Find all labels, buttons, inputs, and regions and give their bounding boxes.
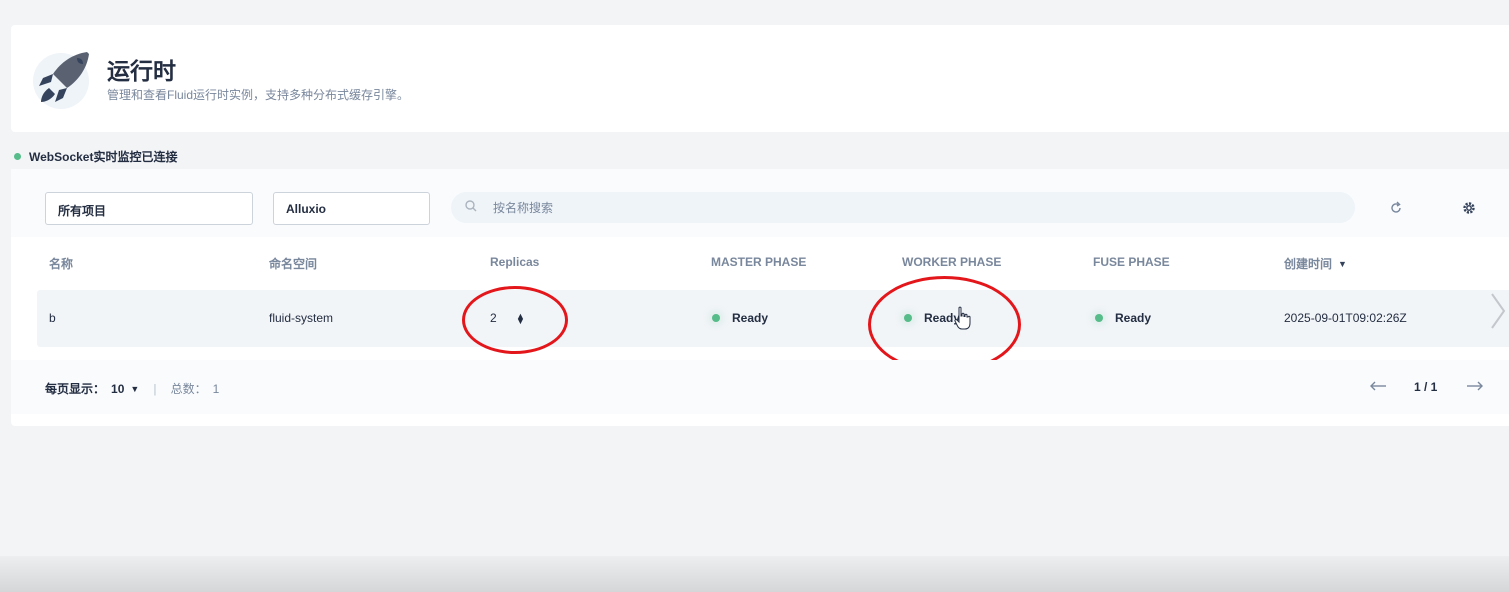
next-page-button[interactable] [1466,379,1484,395]
settings-button[interactable] [1457,196,1481,220]
status-dot-icon [14,153,21,160]
gear-icon [1463,202,1475,214]
chevron-right-icon[interactable] [1486,290,1509,332]
master-phase-text: Ready [732,311,769,325]
page-size-control[interactable]: 每页显示： 10 ▼ | 总数： 1 [45,380,219,397]
websocket-status: WebSocket实时监控已连接 [14,148,177,165]
search-icon [465,200,479,215]
refresh-button[interactable] [1384,196,1408,220]
header-card [11,25,1509,132]
page-size-value[interactable]: 10 [111,382,124,396]
annotation-circle-worker-phase [868,276,1021,373]
search-placeholder: 按名称搜索 [493,201,554,215]
page-size-label: 每页显示： [45,382,106,396]
bottom-shadow [0,556,1509,592]
cell-created-time: 2025-09-01T09:02:26Z [1284,311,1407,325]
column-header-replicas[interactable]: Replicas [490,255,539,269]
annotation-circle-replicas [462,286,568,354]
master-phase-status: Ready [712,311,768,325]
rocket-icon [33,52,89,109]
column-header-master-phase[interactable]: MASTER PHASE [711,255,806,269]
prev-page-button[interactable] [1369,379,1387,395]
websocket-status-text: WebSocket实时监控已连接 [29,150,178,164]
status-dot-icon [712,314,720,322]
fuse-phase-status: Ready [1095,311,1151,325]
chevron-down-icon[interactable]: ▼ [130,384,139,394]
arrow-left-icon [1370,381,1386,391]
search-input[interactable]: 按名称搜索 [451,192,1355,223]
arrow-right-icon [1467,381,1483,391]
status-dot-icon [1095,314,1103,322]
column-header-namespace[interactable]: 命名空间 [269,255,317,272]
pagination-bar [11,360,1509,414]
divider: | [153,381,157,396]
column-header-worker-phase[interactable]: WORKER PHASE [902,255,1001,269]
page-description: 管理和查看Fluid运行时实例，支持多种分布式缓存引擎。 [107,88,410,102]
cell-namespace: fluid-system [269,311,334,325]
column-header-name[interactable]: 名称 [49,255,73,272]
column-header-created[interactable]: 创建时间 ▼ [1284,255,1347,272]
refresh-icon [1391,201,1401,213]
sort-down-icon: ▼ [1338,258,1347,269]
total-value: 1 [212,381,220,396]
fuse-phase-text: Ready [1115,311,1152,325]
column-header-created-label: 创建时间 [1284,257,1333,271]
runtime-type-select[interactable]: Alluxio [273,192,430,225]
page-indicator: 1 / 1 [1414,380,1438,394]
cell-name[interactable]: b [49,311,56,325]
column-header-fuse-phase[interactable]: FUSE PHASE [1093,255,1170,269]
page-title: 运行时 [107,58,176,84]
project-select[interactable]: 所有项目 [45,192,253,225]
total-label: 总数： [170,382,207,396]
